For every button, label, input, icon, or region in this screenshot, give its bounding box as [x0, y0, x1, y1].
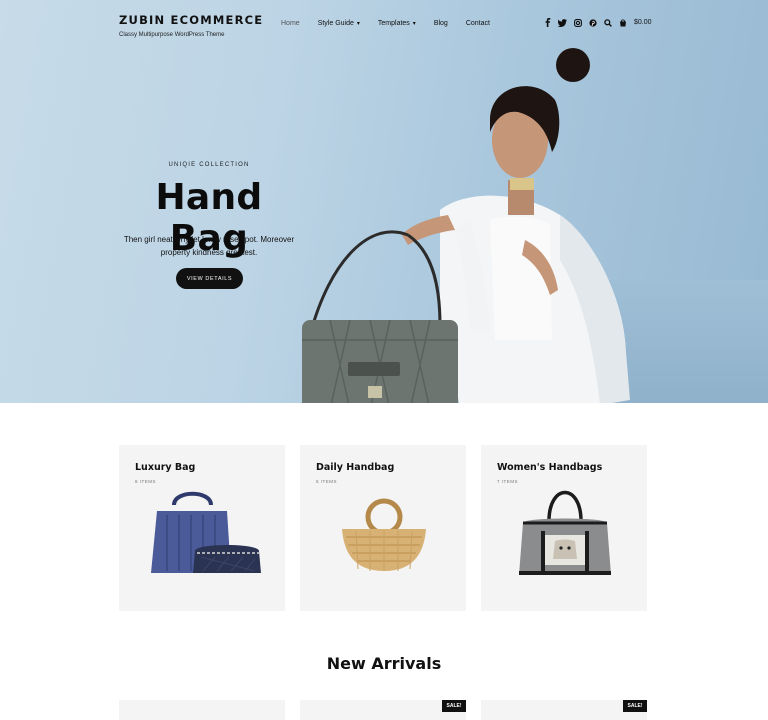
- facebook-icon[interactable]: [543, 18, 552, 27]
- nav-contact-label: Contact: [465, 20, 490, 27]
- hero-kicker: UNIQIE COLLECTION: [168, 162, 250, 168]
- luxury-bag-image: [151, 491, 261, 573]
- category-card-daily-handbag[interactable]: Daily Handbag 5 ITEMS: [300, 445, 466, 611]
- sale-badge: SALE!: [623, 700, 647, 712]
- brand[interactable]: ZUBIN ECOMMERCE Classy Multipurpose Word…: [119, 13, 263, 38]
- sale-badge: SALE!: [442, 700, 466, 712]
- daily-handbag-image: [342, 498, 426, 571]
- search-icon[interactable]: [603, 18, 612, 27]
- category-title: Luxury Bag: [135, 462, 196, 473]
- category-title: Women's Handbags: [497, 462, 603, 473]
- cart-total[interactable]: $0.00: [634, 19, 652, 26]
- header-icons: $0.00: [543, 18, 652, 27]
- hero-description: Then girl neat why let knew rose spot. M…: [123, 235, 295, 257]
- category-count: 5 ITEMS: [316, 479, 338, 484]
- category-title: Daily Handbag: [316, 462, 395, 473]
- nav-style-guide[interactable]: Style Guide ▾: [318, 20, 360, 27]
- category-card-womens-handbags[interactable]: Women's Handbags 7 ITEMS: [481, 445, 647, 611]
- nav-templates[interactable]: Templates ▾: [378, 20, 416, 27]
- hero-banner: ZUBIN ECOMMERCE Classy Multipurpose Word…: [0, 0, 768, 403]
- womens-handbag-image: [519, 490, 611, 575]
- product-card[interactable]: [119, 700, 285, 720]
- nav-contact[interactable]: Contact: [466, 20, 490, 27]
- nav-home-label: Home: [281, 20, 300, 27]
- cart-icon[interactable]: [618, 18, 627, 27]
- category-count: 7 ITEMS: [497, 479, 519, 484]
- chevron-down-icon: ▾: [412, 21, 416, 27]
- nav-templates-label: Templates: [377, 20, 410, 27]
- hero-model-image: [302, 48, 630, 403]
- twitter-icon[interactable]: [558, 18, 567, 27]
- chevron-down-icon: ▾: [356, 21, 360, 27]
- category-count: 8 ITEMS: [135, 479, 157, 484]
- product-card[interactable]: SALE!: [481, 700, 647, 720]
- nav-home[interactable]: Home: [281, 20, 300, 27]
- nav-blog-label: Blog: [433, 20, 448, 27]
- brand-tagline: Classy Multipurpose WordPress Theme: [119, 32, 225, 38]
- new-arrivals-title: New Arrivals: [326, 654, 442, 673]
- category-card-luxury-bag[interactable]: Luxury Bag 8 ITEMS: [119, 445, 285, 611]
- brand-title[interactable]: ZUBIN ECOMMERCE: [119, 13, 263, 27]
- product-card[interactable]: SALE!: [300, 700, 466, 720]
- view-details-button[interactable]: VIEW DETAILS: [176, 268, 243, 289]
- pinterest-icon[interactable]: [588, 18, 597, 27]
- nav-blog[interactable]: Blog: [434, 20, 448, 27]
- instagram-icon[interactable]: [573, 18, 582, 27]
- nav-style-guide-label: Style Guide: [317, 20, 354, 27]
- main-nav: Home Style Guide ▾ Templates ▾ Blog Contac…: [281, 20, 508, 27]
